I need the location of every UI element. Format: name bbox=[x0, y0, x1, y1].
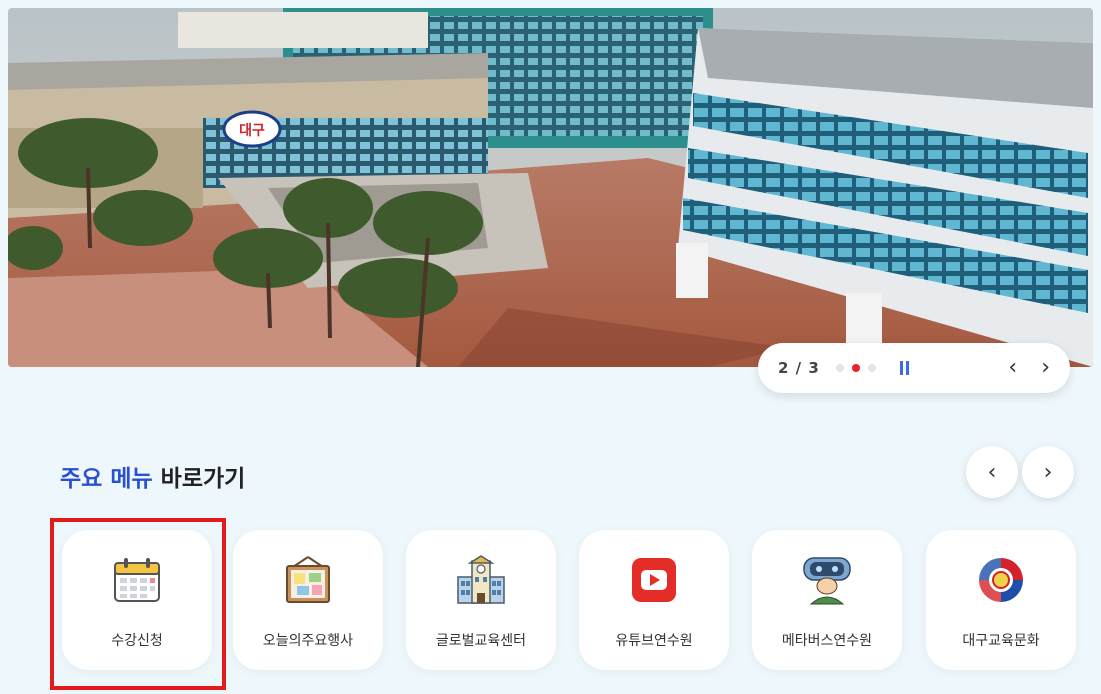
menu-item-label: 오늘의주요행사 bbox=[262, 633, 354, 649]
menu-item-label: 메타버스연수원 bbox=[781, 633, 873, 649]
section-title: 주요 메뉴 바로가기 bbox=[60, 459, 245, 493]
slide-dot-1[interactable] bbox=[836, 364, 844, 372]
menu-item-course-registration[interactable]: 수강신청 bbox=[62, 530, 212, 670]
slide-next-button[interactable]: › bbox=[1041, 357, 1050, 379]
menu-item-global-education-center[interactable]: 글로벌교육센터 bbox=[406, 530, 556, 670]
slider-controls: 2 / 3 ‹ › bbox=[758, 343, 1070, 393]
menu-item-label: 글로벌교육센터 bbox=[435, 633, 527, 649]
menu-item-youtube-academy[interactable]: 유튜브연수원 bbox=[579, 530, 729, 670]
section-title-rest: 바로가기 bbox=[152, 466, 246, 492]
youtube-icon bbox=[626, 552, 682, 608]
menu-item-daegu-education-culture[interactable]: 대구교육문화 bbox=[926, 530, 1076, 670]
bulletin-board-icon bbox=[280, 552, 336, 608]
calendar-icon bbox=[109, 552, 165, 608]
menu-item-label: 수강신청 bbox=[111, 633, 163, 649]
slide-dot-2[interactable] bbox=[852, 364, 860, 372]
menu-prev-button[interactable]: ‹ bbox=[966, 446, 1018, 498]
slide-counter: 2 / 3 bbox=[778, 359, 820, 377]
menu-item-label: 유튜브연수원 bbox=[615, 633, 693, 649]
menu-item-label: 대구교육문화 bbox=[962, 633, 1040, 649]
slide-dot-3[interactable] bbox=[868, 364, 876, 372]
daegu-emblem-icon bbox=[973, 552, 1029, 608]
menu-item-todays-events[interactable]: 오늘의주요행사 bbox=[233, 530, 383, 670]
school-building-icon bbox=[453, 552, 509, 608]
pause-icon[interactable] bbox=[900, 361, 909, 375]
menu-item-metaverse-academy[interactable]: 메타버스연수원 bbox=[752, 530, 902, 670]
building-sign-text: 대구 bbox=[239, 123, 265, 139]
hero-banner: 대구 bbox=[8, 8, 1093, 367]
menu-next-button[interactable]: › bbox=[1022, 446, 1074, 498]
campus-photo: 대구 bbox=[8, 8, 1093, 367]
slide-dots bbox=[836, 364, 876, 372]
section-title-highlight: 주요 메뉴 bbox=[60, 466, 153, 492]
slide-prev-button[interactable]: ‹ bbox=[1008, 357, 1017, 379]
vr-headset-icon bbox=[799, 552, 855, 608]
